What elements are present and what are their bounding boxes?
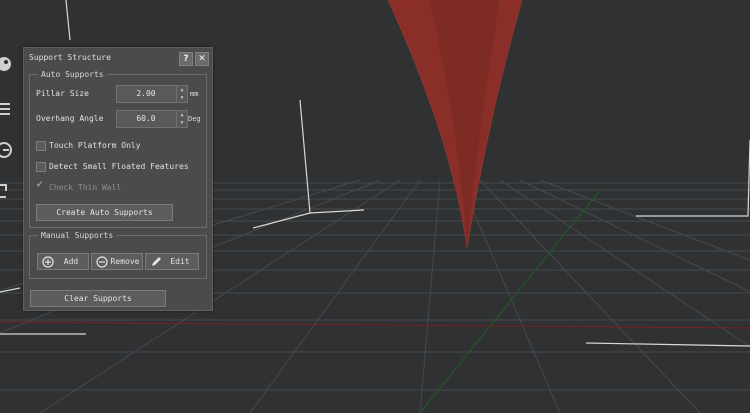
- rotate-icon[interactable]: [0, 140, 14, 160]
- overhang-angle-value[interactable]: 60.0: [117, 111, 175, 127]
- spin-down-icon[interactable]: ▼: [176, 94, 187, 102]
- pillar-size-unit: mm: [190, 90, 199, 98]
- list-icon[interactable]: [0, 99, 14, 119]
- help-button[interactable]: ?: [179, 52, 193, 66]
- touch-platform-label[interactable]: Touch Platform Only: [49, 141, 141, 150]
- panel-title: Support Structure: [29, 53, 111, 62]
- paint-icon[interactable]: [0, 54, 14, 74]
- auto-supports-legend: Auto Supports: [41, 70, 104, 79]
- edit-support-button[interactable]: Edit: [145, 253, 199, 270]
- remove-support-button[interactable]: Remove: [91, 253, 143, 270]
- spin-up-icon[interactable]: ▲: [176, 86, 187, 94]
- pillar-size-value[interactable]: 2.00: [117, 86, 175, 102]
- spin-up-icon[interactable]: ▲: [176, 111, 187, 119]
- minus-circle-icon: [96, 256, 108, 268]
- support-structure-panel: Support Structure ? ✕ Auto Supports Pill…: [23, 47, 213, 311]
- check-thin-wall-label[interactable]: Check Thin Wall: [49, 183, 121, 192]
- plus-circle-icon: [42, 256, 54, 268]
- edit-support-label: Edit: [170, 257, 190, 266]
- spin-down-icon[interactable]: ▼: [176, 119, 187, 127]
- y-axis-line: [419, 189, 601, 413]
- overhang-angle-label: Overhang Angle: [36, 114, 104, 123]
- overhang-angle-spinbox[interactable]: 60.0 ▲ ▼: [116, 110, 188, 128]
- overhang-angle-unit: Deg: [188, 115, 201, 123]
- add-support-button[interactable]: Add: [37, 253, 89, 270]
- x-axis-line: [0, 321, 750, 329]
- pillar-size-spinbox[interactable]: 2.00 ▲ ▼: [116, 85, 188, 103]
- remove-support-label: Remove: [110, 257, 140, 266]
- detect-small-features-checkbox[interactable]: [36, 162, 46, 172]
- close-button[interactable]: ✕: [195, 52, 209, 66]
- clear-supports-button[interactable]: Clear Supports: [30, 290, 166, 307]
- pencil-icon: [152, 257, 161, 266]
- manual-supports-legend: Manual Supports: [41, 231, 114, 240]
- scale-icon[interactable]: [0, 181, 14, 201]
- pillar-size-label: Pillar Size: [36, 89, 89, 98]
- detect-small-features-label[interactable]: Detect Small Floated Features: [49, 162, 189, 171]
- touch-platform-checkbox[interactable]: [36, 141, 46, 151]
- create-auto-supports-button[interactable]: Create Auto Supports: [36, 204, 173, 221]
- add-support-label: Add: [63, 257, 79, 266]
- checkmark-icon[interactable]: ✔: [36, 180, 44, 190]
